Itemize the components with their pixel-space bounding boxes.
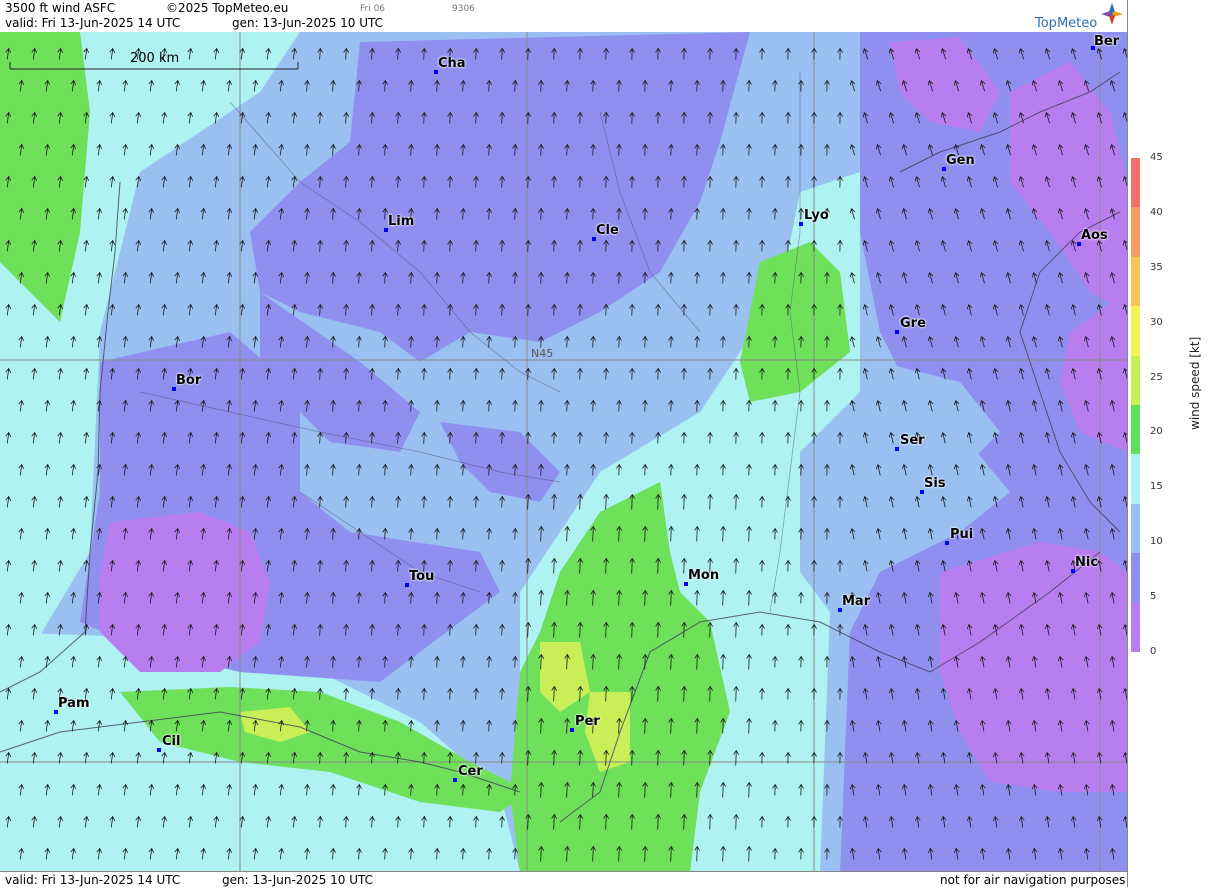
legend-tick-label: 0 (1150, 646, 1157, 657)
city-label-ber[interactable]: Ber (1094, 34, 1119, 49)
legend-color-segment (1131, 405, 1140, 455)
city-label-per[interactable]: Per (575, 714, 600, 729)
legend-tick-label: 15 (1150, 481, 1163, 493)
legend-color-segment (1131, 602, 1140, 653)
city-label-mar[interactable]: Mar (842, 594, 870, 609)
legend-color-segment (1131, 306, 1140, 357)
city-marker (895, 447, 899, 451)
city-label-nic[interactable]: Nic (1075, 555, 1098, 570)
legend-color-bar (1131, 158, 1140, 653)
legend-tick-label: 30 (1150, 316, 1163, 328)
footer-bar: valid: Fri 13-Jun-2025 14 UTC gen: 13-Ju… (0, 871, 1127, 888)
gen-time: gen: 13-Jun-2025 10 UTC (232, 16, 384, 30)
city-label-aos[interactable]: Aos (1081, 228, 1108, 243)
legend-axis-label: wind speed [kt] (1188, 336, 1202, 430)
city-marker (157, 748, 161, 752)
footer-gen-time: gen: 13-Jun-2025 10 UTC (222, 873, 374, 887)
legend-color-segment (1131, 553, 1140, 604)
id-label: 9306 (452, 4, 475, 14)
wind-area-southwest-calm (100, 512, 270, 672)
city-marker (453, 778, 457, 782)
topmeteo-logo[interactable]: TopMeteo (1030, 2, 1127, 32)
valid-time: valid: Fri 13-Jun-2025 14 UTC (5, 16, 181, 30)
legend-tick-label: 10 (1150, 536, 1163, 548)
legend-tick-label: 40 (1150, 206, 1163, 218)
disclaimer-text: not for air navigation purposes (940, 873, 1126, 887)
city-marker (570, 728, 574, 732)
legend-color-segment (1131, 158, 1140, 208)
legend-color-segment (1131, 503, 1140, 554)
city-label-gen[interactable]: Gen (946, 153, 975, 168)
legend-tick-label: 25 (1150, 371, 1163, 383)
city-label-ser[interactable]: Ser (900, 433, 925, 448)
legend-tick-label: 45 (1150, 152, 1163, 163)
legend-color-segment (1131, 256, 1140, 307)
wind-map[interactable]: 200 km N45 Ber Cha Gen Lim Cle Lyo Aos G… (0, 32, 1127, 872)
copyright-text: ©2025 TopMeteo.eu (166, 1, 289, 15)
wind-speed-legend: 45 40 35 30 25 20 15 10 5 0 wind speed [kt] (1127, 0, 1219, 887)
city-label-mon[interactable]: Mon (688, 568, 719, 583)
scale-bar-label: 200 km (130, 51, 180, 66)
city-marker (945, 541, 949, 545)
city-label-gre[interactable]: Gre (900, 316, 926, 331)
footer-valid-time: valid: Fri 13-Jun-2025 14 UTC (5, 873, 181, 887)
city-label-cha[interactable]: Cha (438, 56, 466, 71)
run-label: Fri 06 (360, 4, 386, 14)
city-label-cer[interactable]: Cer (458, 764, 483, 779)
city-label-pam[interactable]: Pam (58, 696, 90, 711)
city-label-sis[interactable]: Sis (924, 476, 946, 491)
city-label-tou[interactable]: Tou (409, 569, 434, 584)
latitude-label: N45 (531, 347, 554, 360)
city-label-lyo[interactable]: Lyo (804, 208, 829, 223)
city-label-cle[interactable]: Cle (596, 223, 619, 238)
legend-tick-label: 20 (1150, 426, 1163, 438)
city-marker (895, 330, 899, 334)
city-label-cil[interactable]: Cil (162, 734, 180, 749)
legend-color-segment (1131, 355, 1140, 406)
legend-color-segment (1131, 454, 1140, 505)
city-marker (799, 222, 803, 226)
legend-tick-label: 5 (1150, 591, 1157, 603)
city-label-pui[interactable]: Pui (950, 527, 973, 542)
map-title: 3500 ft wind ASFC (5, 1, 116, 15)
city-label-bor[interactable]: Bor (176, 373, 201, 388)
legend-tick-label: 35 (1150, 261, 1163, 273)
brand-name: TopMeteo (1035, 16, 1098, 31)
legend-color-segment (1131, 207, 1140, 258)
city-label-lim[interactable]: Lim (388, 214, 414, 229)
